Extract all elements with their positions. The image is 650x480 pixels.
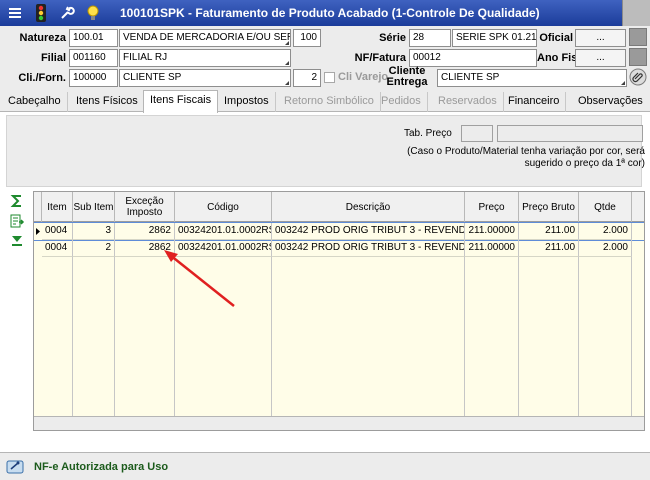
serie-desc-field[interactable]: SERIE SPK 01.21 [452, 29, 537, 47]
status-message: NF-e Autorizada para Uso [34, 461, 169, 473]
red-arrow-annotation [164, 250, 235, 307]
items-grid: Item Sub Item Exceção Imposto Código Des… [33, 191, 645, 431]
serie-code-field[interactable]: 28 [409, 29, 451, 47]
filial-label: Filial [40, 52, 66, 64]
traffic-light-icon[interactable] [30, 3, 52, 23]
tab-bar: Cabeçalho Itens Físicos Itens Fiscais Im… [0, 90, 650, 113]
oficial-button[interactable]: ... [575, 29, 626, 47]
cliente-entrega-text: CLIENTE SP [441, 72, 500, 83]
natureza-desc-text: VENDA DE MERCADORIA E/OU SERVI [123, 32, 291, 43]
tab-preco-code-field[interactable] [461, 125, 493, 142]
status-bar: NF-e Autorizada para Uso [0, 452, 650, 480]
cliente-entrega-field[interactable]: CLIENTE SP [437, 69, 627, 87]
serie-label: Série [379, 32, 406, 44]
tab-cabecalho[interactable]: Cabeçalho [2, 92, 68, 112]
tab-financeiro[interactable]: Financeiro [502, 92, 567, 112]
cell-preco[interactable]: 211.00000 [465, 223, 519, 240]
cell-item[interactable]: 0004 [42, 240, 73, 257]
natureza-label: Natureza [19, 32, 66, 44]
col-header-codigo[interactable]: Código [175, 192, 272, 222]
cell-sub-item[interactable]: 2 [73, 240, 115, 257]
window-title: 100101SPK - Faturamento de Produto Acaba… [120, 6, 540, 20]
paperclip-icon[interactable] [629, 68, 647, 86]
oficial-side-box [629, 28, 647, 46]
cell-codigo[interactable]: 00324201.01.0002RS [175, 223, 272, 240]
tab-itens-fiscais[interactable]: Itens Fiscais [143, 90, 219, 113]
col-header-item[interactable]: Item [42, 192, 73, 222]
export-icon[interactable] [6, 212, 28, 230]
cell-preco-bruto[interactable]: 211.00 [519, 240, 579, 257]
ano-fiscal-button[interactable]: ... [575, 49, 626, 67]
cell-preco-bruto[interactable]: 211.00 [519, 223, 579, 240]
cliente-entrega-line2: Entrega [386, 76, 428, 88]
cell-descricao[interactable]: 003242 PROD ORIG TRIBUT 3 - REVENDA RJ [272, 240, 465, 257]
tab-preco-desc-field[interactable] [497, 125, 643, 142]
col-header-qtde[interactable]: Qtde [579, 192, 632, 222]
row-indicator-header [34, 192, 42, 222]
cell-qtde[interactable]: 2.000 [579, 223, 632, 240]
filial-desc-text: FILIAL RJ [123, 52, 168, 63]
ano-side-box [629, 48, 647, 66]
cell-preco[interactable]: 211.00000 [465, 240, 519, 257]
cli-desc-field[interactable]: CLIENTE SP [119, 69, 291, 87]
cli-num-field[interactable]: 2 [293, 69, 321, 87]
tab-impostos[interactable]: Impostos [218, 92, 276, 112]
cell-sub-item[interactable]: 3 [73, 223, 115, 240]
header-form: Natureza 100.01 VENDA DE MERCADORIA E/OU… [0, 26, 650, 90]
dropdown-corner-icon [285, 41, 289, 45]
nf-field[interactable]: 00012 [409, 49, 537, 67]
col-header-descricao[interactable]: Descrição [272, 192, 465, 222]
dropdown-corner-icon [621, 81, 625, 85]
checkbox-box[interactable] [324, 71, 335, 83]
lightbulb-icon[interactable] [82, 3, 104, 23]
cell-qtde[interactable]: 2.000 [579, 240, 632, 257]
window-control[interactable] [622, 0, 650, 26]
dropdown-corner-icon [285, 61, 289, 65]
cliente-entrega-label: Cliente Entrega [380, 66, 434, 88]
tab-itens-fisicos[interactable]: Itens Físicos [70, 92, 145, 112]
grid-header: Item Sub Item Exceção Imposto Código Des… [34, 192, 644, 222]
dropdown-corner-icon [285, 81, 289, 85]
cell-excecao-imposto[interactable]: 2862 [115, 223, 175, 240]
filial-code-field[interactable]: 001160 [69, 49, 118, 67]
status-info-icon [6, 459, 24, 478]
natureza-code-field[interactable]: 100.01 [69, 29, 118, 47]
grid-toolbar [6, 192, 30, 252]
tab-reservados[interactable]: Reservados [432, 92, 504, 112]
sum-icon[interactable] [6, 192, 28, 210]
tab-retorno-simbolico[interactable]: Retorno Simbólico [278, 92, 381, 112]
tab-preco-note: (Caso o Produto/Material tenha variação … [407, 146, 645, 169]
title-bar: 100101SPK - Faturamento de Produto Acaba… [0, 0, 650, 26]
filial-desc-field[interactable]: FILIAL RJ [119, 49, 291, 67]
cli-code-field[interactable]: 100000 [69, 69, 118, 87]
nf-label: NF/Fatura [354, 52, 406, 64]
row-pointer-icon [34, 223, 42, 240]
col-header-preco-bruto[interactable]: Preço Bruto [519, 192, 579, 222]
cell-item[interactable]: 0004 [42, 223, 73, 240]
col-header-sub-item[interactable]: Sub Item [73, 192, 115, 222]
table-row[interactable]: 0004 2 2862 00324201.01.0002RS 003242 PR… [34, 240, 644, 257]
wrench-icon[interactable] [56, 3, 78, 23]
cli-desc-text: CLIENTE SP [123, 72, 182, 83]
move-down-icon[interactable] [6, 232, 28, 250]
tab-observacoes[interactable]: Observações [572, 92, 649, 112]
cli-varejo-checkbox[interactable]: Cli Varejo [324, 71, 388, 83]
horizontal-scrollbar[interactable] [34, 416, 644, 430]
tab-content-panel: Tab. Preço (Caso o Produto/Material tenh… [6, 115, 645, 187]
table-row[interactable]: 0004 3 2862 00324201.01.0002RS 003242 PR… [34, 222, 644, 241]
cell-descricao[interactable]: 003242 PROD ORIG TRIBUT 3 - REVENDA RJ [272, 223, 465, 240]
ano-fiscal-label: Ano Fiscal [537, 52, 593, 64]
oficial-label: Oficial [539, 32, 573, 44]
col-header-excecao-imposto[interactable]: Exceção Imposto [115, 192, 175, 222]
natureza-num-field[interactable]: 100 [293, 29, 321, 47]
menu-icon[interactable] [4, 3, 26, 23]
tab-pedidos[interactable]: Pedidos [375, 92, 428, 112]
natureza-desc-field[interactable]: VENDA DE MERCADORIA E/OU SERVI [119, 29, 291, 47]
tab-preco-label: Tab. Preço [404, 128, 452, 139]
cli-forn-label: Cli./Forn. [18, 72, 66, 84]
col-header-preco[interactable]: Preço [465, 192, 519, 222]
